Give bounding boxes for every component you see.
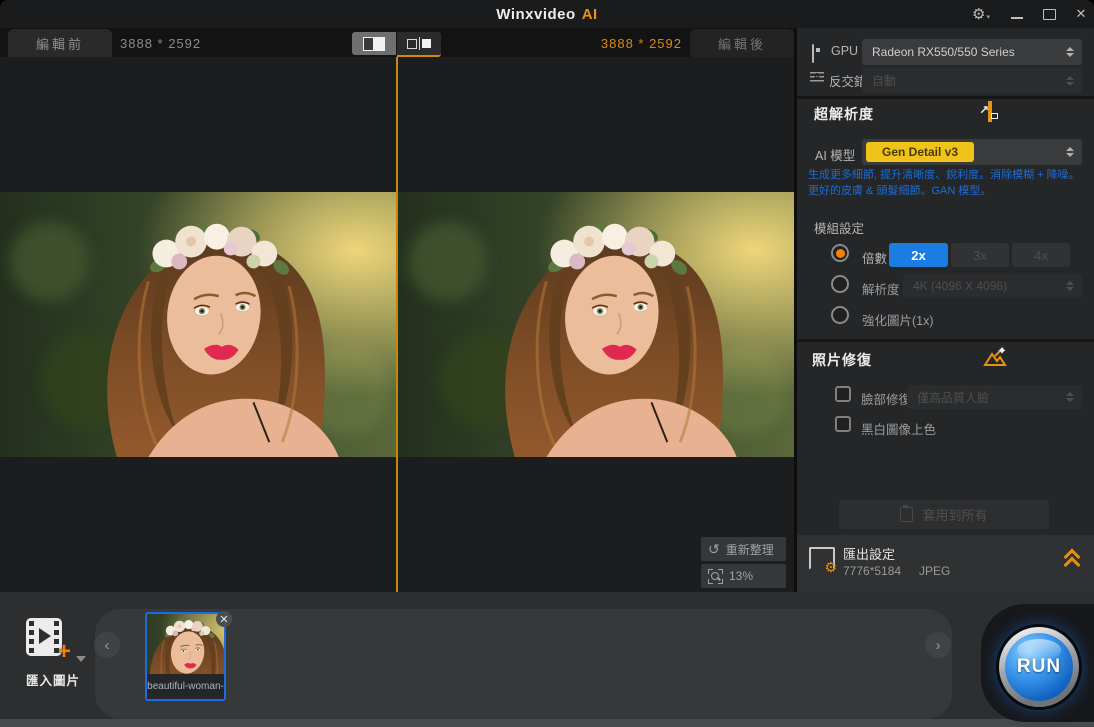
ai-model-select[interactable]: Gen Detail v3 (862, 139, 1082, 165)
scale-4x-button[interactable]: 4x (1012, 243, 1070, 267)
compare-divider[interactable] (396, 57, 398, 592)
maximize-button[interactable] (1034, 0, 1064, 28)
photo-repair-icon (981, 346, 1007, 366)
model-description: 生成更多細節, 提升清晰度、銳利度。消除模糊 + 降噪。更好的皮膚 & 頭髮細節… (808, 167, 1090, 199)
close-button[interactable]: ✕ (1066, 0, 1094, 28)
apply-to-all-button[interactable]: 套用到所有 (839, 500, 1049, 529)
face-repair-checkbox[interactable] (835, 386, 851, 402)
gpu-chip-icon (812, 44, 814, 63)
export-settings-icon: ⚙ (809, 547, 835, 571)
scale-3x-button[interactable]: 3x (951, 243, 1009, 267)
face-repair-label: 臉部修復 (861, 389, 911, 408)
before-dimensions: 3888 * 2592 (120, 36, 201, 51)
colorize-checkbox[interactable] (835, 416, 851, 432)
run-sphere: RUN (1005, 633, 1073, 701)
export-dimensions: 7776*5184 (843, 564, 901, 578)
resolution-label: 解析度 (862, 279, 900, 298)
scale-2x-button[interactable]: 2x (889, 243, 948, 267)
import-film-icon: + (26, 618, 62, 656)
export-settings-title: 匯出設定 (843, 544, 895, 563)
preview-viewer: ↺ 重新整理 13% (0, 57, 794, 592)
chevron-updown-icon (1066, 392, 1074, 402)
import-image-button[interactable]: + 匯入圖片 (14, 614, 92, 690)
title-bar: Winxvideo AI ⚙▾ ✕ (0, 0, 1094, 28)
thumbnail-remove-button[interactable]: ✕ (216, 611, 232, 627)
section-separator (797, 339, 1094, 342)
deinterlace-icon: A (810, 72, 824, 84)
chevron-updown-icon (1066, 76, 1074, 86)
refresh-button[interactable]: ↺ 重新整理 (701, 537, 786, 561)
face-repair-select[interactable]: 僅高品質人臉 (907, 385, 1082, 409)
colorize-label: 黑白圖像上色 (861, 419, 936, 438)
run-label: RUN (1017, 656, 1061, 678)
app-title: Winxvideo AI (0, 0, 1094, 28)
gpu-label: GPU (831, 44, 858, 58)
thumbnail-filename: beautiful-woman- (147, 674, 224, 699)
resolution-select[interactable]: 4K (4096 X 4096) (903, 274, 1082, 298)
upscale-icon[interactable]: ↗ (988, 101, 992, 122)
zoom-magnifier-icon (708, 569, 723, 584)
chevron-updown-icon (1066, 47, 1074, 57)
refresh-icon: ↺ (708, 542, 720, 556)
gpu-select-value: Radeon RX550/550 Series (872, 45, 1066, 59)
after-image (398, 192, 794, 457)
clipboard-icon (900, 507, 913, 522)
chevron-updown-icon (1066, 281, 1074, 291)
chevron-updown-icon (1066, 147, 1074, 157)
tab-after-edit[interactable]: 編輯後 (690, 29, 794, 57)
face-repair-select-value: 僅高品質人臉 (917, 389, 1066, 406)
resolution-select-value: 4K (4096 X 4096) (913, 279, 1066, 293)
strip-next-button[interactable]: › (925, 632, 951, 658)
compare-sidebyside-mode-button[interactable] (397, 32, 441, 57)
window-bottom-edge (0, 719, 1094, 727)
maximize-icon (1043, 9, 1056, 20)
export-format: JPEG (919, 564, 950, 578)
collapse-chevron-icon[interactable] (1064, 550, 1080, 572)
preview-after-pane (398, 192, 794, 457)
ai-model-pill: Gen Detail v3 (866, 142, 974, 162)
deinterlace-select[interactable]: 自動 (862, 68, 1082, 93)
export-settings-card[interactable]: ⚙ 匯出設定 7776*5184 JPEG (797, 535, 1094, 592)
import-dropdown-caret-icon[interactable] (76, 656, 86, 662)
enhance-radio[interactable] (831, 306, 849, 324)
before-image (0, 192, 396, 457)
winxvideo-window: Winxvideo AI ⚙▾ ✕ 編輯前 3888 * 2592 3888 *… (0, 0, 1094, 727)
scale-label: 倍數 (862, 248, 887, 267)
after-dimensions: 3888 * 2592 (560, 36, 682, 51)
side-by-side-icon (407, 37, 432, 50)
app-title-accent: AI (582, 6, 598, 23)
section-separator (797, 96, 1094, 99)
thumbnail-image (147, 614, 224, 674)
enhance-label: 強化圖片(1x) (862, 310, 934, 329)
settings-gear-icon[interactable]: ⚙▾ (966, 0, 996, 28)
settings-sidebar: GPU Radeon RX550/550 Series A 反交錯 自動 超解析… (797, 28, 1094, 592)
ai-model-label: AI 模型 (815, 145, 855, 164)
thumbnail-item[interactable]: beautiful-woman- (145, 612, 226, 701)
strip-prev-button[interactable]: ‹ (94, 632, 120, 658)
minimize-icon (1011, 17, 1023, 19)
tab-before-edit[interactable]: 編輯前 (8, 29, 112, 57)
import-image-label: 匯入圖片 (14, 670, 92, 689)
resolution-radio[interactable] (831, 275, 849, 293)
zoom-level-value: 13% (729, 569, 753, 583)
deinterlace-select-value: 自動 (872, 72, 1066, 89)
run-button[interactable]: RUN (999, 627, 1079, 707)
minimize-button[interactable] (1002, 0, 1032, 28)
compare-split-mode-button[interactable] (352, 32, 396, 55)
photo-repair-title: 照片修復 (812, 350, 872, 370)
app-title-text: Winxvideo (496, 6, 575, 23)
super-resolution-title: 超解析度 (814, 104, 874, 124)
zoom-level-button[interactable]: 13% (701, 564, 786, 588)
gpu-select[interactable]: Radeon RX550/550 Series (862, 39, 1082, 65)
preview-before-pane (0, 192, 396, 457)
module-settings-label: 模組設定 (814, 218, 864, 237)
scale-radio[interactable] (831, 244, 849, 262)
deinterlace-label: 反交錯 (829, 71, 867, 90)
split-view-icon (363, 37, 385, 51)
